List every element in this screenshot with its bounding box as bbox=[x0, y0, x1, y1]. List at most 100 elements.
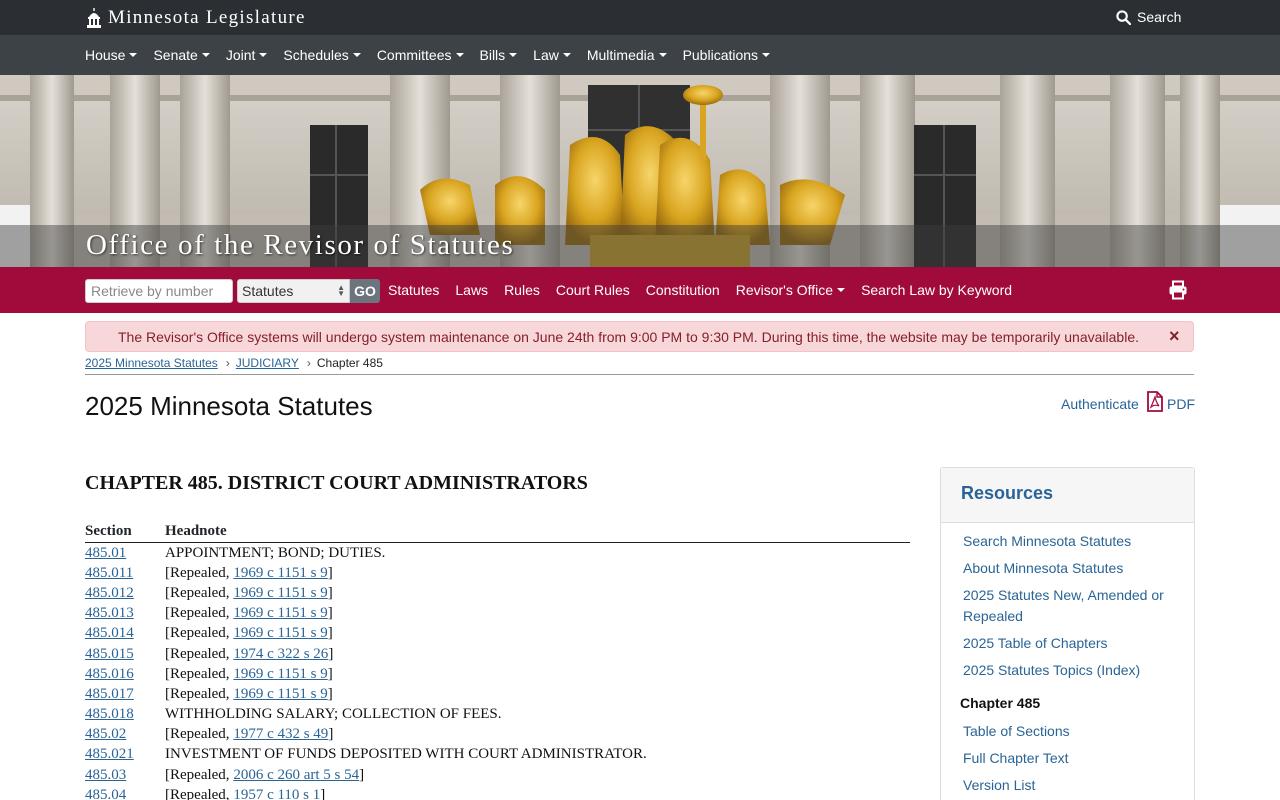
repealed-citation-link[interactable]: 2006 c 260 art 5 s 54 bbox=[233, 767, 359, 783]
section-number-link[interactable]: 485.012 bbox=[85, 585, 165, 602]
section-headnote: WITHHOLDING SALARY; COLLECTION OF FEES. bbox=[165, 706, 502, 723]
sections-table-header: Section Headnote bbox=[85, 521, 910, 543]
nav-law[interactable]: Law bbox=[533, 47, 571, 63]
repealed-citation-link[interactable]: 1969 c 1151 s 9 bbox=[233, 585, 327, 601]
section-headnote: [Repealed, 1969 c 1151 s 9] bbox=[165, 565, 333, 582]
chapter-resource-link[interactable]: Full Chapter Text bbox=[963, 748, 1172, 769]
nav-bills[interactable]: Bills bbox=[480, 47, 518, 63]
section-number-link[interactable]: 485.01 bbox=[85, 545, 165, 562]
repealed-citation-link[interactable]: 1974 c 322 s 26 bbox=[233, 646, 328, 662]
retrieve-by-number-input[interactable] bbox=[85, 279, 233, 303]
repealed-citation-link[interactable]: 1977 c 432 s 49 bbox=[233, 726, 328, 742]
revisor-nav-court-rules[interactable]: Court Rules bbox=[556, 282, 630, 298]
repealed-suffix: ] bbox=[328, 645, 334, 662]
section-number-link[interactable]: 485.018 bbox=[85, 706, 165, 723]
go-button[interactable]: GO bbox=[350, 279, 380, 303]
nav-multimedia[interactable]: Multimedia bbox=[587, 47, 667, 63]
revisor-nav-statutes[interactable]: Statutes bbox=[388, 282, 439, 298]
caret-down-icon bbox=[658, 53, 667, 57]
repealed-citation-link[interactable]: 1969 c 1151 s 9 bbox=[233, 625, 327, 641]
resources-chapter-heading: Chapter 485 bbox=[960, 695, 1041, 711]
chapter-resource-link[interactable]: Version List bbox=[963, 775, 1172, 796]
repealed-citation-link[interactable]: 1969 c 1151 s 9 bbox=[233, 686, 327, 702]
section-row: 485.02 [Repealed, 1977 c 432 s 49] bbox=[85, 725, 910, 745]
section-number-link[interactable]: 485.03 bbox=[85, 767, 165, 784]
nav-house[interactable]: House bbox=[85, 47, 138, 63]
resource-link[interactable]: About Minnesota Statutes bbox=[963, 558, 1172, 579]
main-nav-list: House Senate Joint Schedules Committees Bills… bbox=[85, 35, 786, 75]
breadcrumb-statutes-link[interactable]: 2025 Minnesota Statutes bbox=[85, 356, 218, 370]
revisor-nav-rules[interactable]: Rules bbox=[504, 282, 540, 298]
section-number-link[interactable]: 485.013 bbox=[85, 605, 165, 622]
repealed-citation-link[interactable]: 1969 c 1151 s 9 bbox=[233, 666, 327, 682]
nav-joint[interactable]: Joint bbox=[226, 47, 268, 63]
repealed-citation-link[interactable]: 1957 c 110 s 1 bbox=[233, 787, 320, 800]
nav-label: Publications bbox=[682, 47, 759, 63]
pdf-file-icon bbox=[1147, 391, 1163, 412]
section-number-link[interactable]: 485.02 bbox=[85, 726, 165, 743]
revisor-nav-search-law-by-keyword[interactable]: Search Law by Keyword bbox=[861, 282, 1012, 298]
repealed-suffix: ] bbox=[327, 564, 333, 581]
chapter-resource-link[interactable]: Table of Sections bbox=[963, 721, 1172, 742]
section-number-link[interactable]: 485.016 bbox=[85, 666, 165, 683]
section-number-link[interactable]: 485.021 bbox=[85, 746, 165, 763]
repealed-citation-link[interactable]: 1969 c 1151 s 9 bbox=[233, 605, 327, 621]
caret-down-icon bbox=[762, 53, 771, 57]
document-type-select[interactable]: Statutes ▲ ▼ bbox=[237, 279, 350, 303]
breadcrumb-current: Chapter 485 bbox=[316, 356, 383, 370]
section-number-link[interactable]: 485.014 bbox=[85, 625, 165, 642]
chapter-title: CHAPTER 485. DISTRICT COURT ADMINISTRATO… bbox=[85, 472, 588, 494]
resources-chapter-links: Table of Sections Full Chapter Text Versio… bbox=[941, 721, 1194, 796]
section-row: 485.017 [Repealed, 1969 c 1151 s 9] bbox=[85, 684, 910, 704]
section-headnote: INVESTMENT OF FUNDS DEPOSITED WITH COURT… bbox=[165, 746, 647, 763]
breadcrumb: 2025 Minnesota Statutes › JUDICIARY › Ch… bbox=[85, 355, 383, 371]
caret-down-icon bbox=[837, 288, 846, 292]
revisor-nav-constitution[interactable]: Constitution bbox=[646, 282, 720, 298]
section-row: 485.03 [Repealed, 2006 c 260 art 5 s 54] bbox=[85, 765, 910, 785]
nav-label: Law bbox=[533, 47, 559, 63]
revisor-nav-laws[interactable]: Laws bbox=[455, 282, 488, 298]
section-headnote: [Repealed, 1977 c 432 s 49] bbox=[165, 726, 333, 743]
nav-senate[interactable]: Senate bbox=[153, 47, 210, 63]
section-row: 485.04 [Repealed, 1957 c 110 s 1] bbox=[85, 785, 910, 800]
section-row: 485.018 WITHHOLDING SALARY; COLLECTION OF… bbox=[85, 705, 910, 725]
section-number-link[interactable]: 485.04 bbox=[85, 787, 165, 800]
pdf-link[interactable]: PDF bbox=[1147, 391, 1195, 412]
resource-link[interactable]: Search Minnesota Statutes bbox=[963, 531, 1172, 552]
repealed-citation-link[interactable]: 1969 c 1151 s 9 bbox=[233, 565, 327, 581]
top-search-button[interactable]: Search bbox=[1116, 6, 1181, 28]
hero-title: Office of the Revisor of Statutes bbox=[86, 229, 515, 261]
section-row: 485.014 [Repealed, 1969 c 1151 s 9] bbox=[85, 624, 910, 644]
section-headnote: [Repealed, 1957 c 110 s 1] bbox=[165, 787, 325, 800]
resource-link[interactable]: 2025 Statutes New, Amended or Repealed bbox=[963, 585, 1172, 627]
nav-schedules[interactable]: Schedules bbox=[283, 47, 361, 63]
revisor-nav-revisor-s-office[interactable]: Revisor's Office bbox=[736, 282, 846, 298]
nav-committees[interactable]: Committees bbox=[377, 47, 464, 63]
resource-link[interactable]: 2025 Statutes Topics (Index) bbox=[963, 660, 1172, 681]
alert-close-icon[interactable]: × bbox=[1169, 327, 1180, 345]
breadcrumb-judiciary-link[interactable]: JUDICIARY bbox=[236, 356, 299, 370]
section-number-link[interactable]: 485.011 bbox=[85, 565, 165, 582]
nav-label: Schedules bbox=[283, 47, 349, 63]
document-type-value: Statutes bbox=[242, 283, 294, 299]
authenticate-link[interactable]: Authenticate bbox=[1061, 396, 1139, 412]
pdf-label: PDF bbox=[1167, 396, 1195, 412]
brand-logo[interactable]: Minnesota Legislature bbox=[86, 6, 306, 30]
top-bar: Minnesota Legislature Search bbox=[0, 0, 1280, 35]
nav-label: House bbox=[85, 47, 126, 63]
search-icon bbox=[1116, 9, 1131, 25]
nav-label: Committees bbox=[376, 47, 452, 63]
repealed-suffix: ] bbox=[327, 625, 333, 642]
section-number-link[interactable]: 485.015 bbox=[85, 646, 165, 663]
repealed-prefix: [Repealed, bbox=[165, 766, 234, 783]
nav-publications[interactable]: Publications bbox=[683, 47, 771, 63]
section-row: 485.013 [Repealed, 1969 c 1151 s 9] bbox=[85, 604, 910, 624]
caret-down-icon bbox=[509, 53, 518, 57]
print-icon[interactable] bbox=[1168, 280, 1188, 305]
resource-link[interactable]: 2025 Table of Chapters bbox=[963, 633, 1172, 654]
brand-name[interactable]: Minnesota Legislature bbox=[108, 7, 306, 29]
maintenance-alert: The Revisor's Office systems will underg… bbox=[85, 321, 1194, 352]
revisor-nav-label: Laws bbox=[455, 282, 489, 298]
revisor-nav-label: Court Rules bbox=[555, 282, 630, 298]
section-number-link[interactable]: 485.017 bbox=[85, 686, 165, 703]
